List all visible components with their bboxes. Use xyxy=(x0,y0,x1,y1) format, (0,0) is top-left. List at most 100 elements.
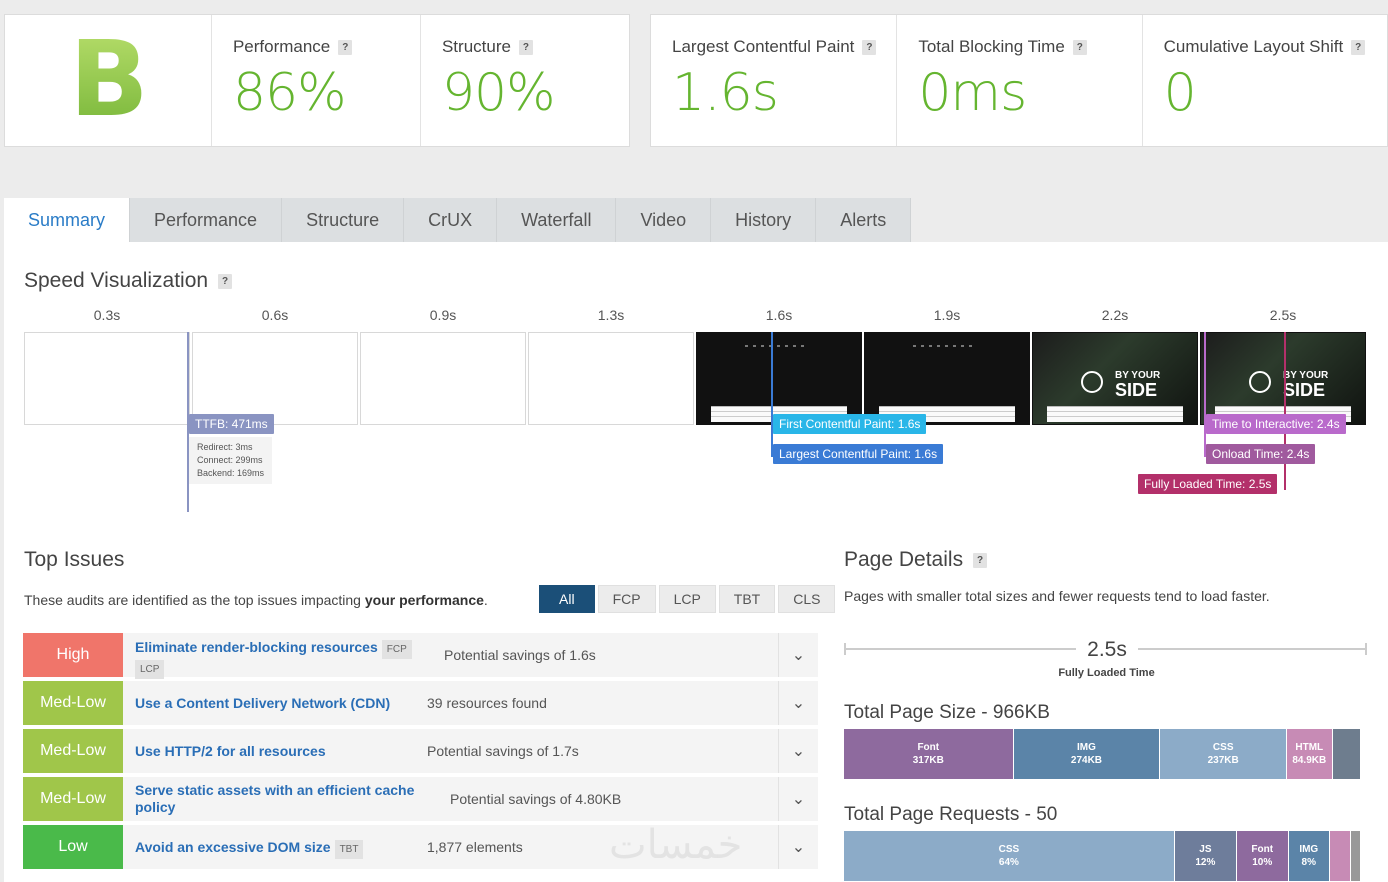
help-icon[interactable]: ? xyxy=(1072,39,1087,55)
frame-thumbnail[interactable] xyxy=(864,332,1030,425)
tab-alerts[interactable]: Alerts xyxy=(816,198,912,242)
severity-badge: Low xyxy=(23,825,123,869)
issue-row[interactable]: Med-Low Serve static assets with an effi… xyxy=(23,777,818,821)
tab-crux[interactable]: CrUX xyxy=(404,198,498,242)
summary-panel: Speed Visualization ? 0.3s 0.6s 0.9s 1.3… xyxy=(4,242,1388,882)
onload-flag[interactable]: Onload Time: 2.4s xyxy=(1206,444,1316,464)
grade-letter: B xyxy=(69,17,148,140)
web-vitals-card: Largest Contentful Paint? 1.6s Total Blo… xyxy=(650,14,1388,147)
stack-segment[interactable]: CSS 237KB xyxy=(1160,729,1288,779)
structure-value: 90% xyxy=(441,63,556,123)
frame-time: 0.6s xyxy=(261,307,289,323)
chevron-down-icon[interactable]: ⌄ xyxy=(778,825,818,869)
chevron-down-icon[interactable]: ⌄ xyxy=(778,729,818,773)
cls-metric: Cumulative Layout Shift? 0 xyxy=(1141,15,1387,146)
stack-segment[interactable]: Font 317KB xyxy=(844,729,1014,779)
tab-waterfall[interactable]: Waterfall xyxy=(497,198,617,242)
frame-time: 1.6s xyxy=(765,307,793,323)
fully-loaded-flag[interactable]: Fully Loaded Time: 2.5s xyxy=(1138,474,1278,494)
frame-time: 2.2s xyxy=(1101,307,1129,323)
help-icon[interactable]: ? xyxy=(862,39,877,55)
page-details-heading: Page Details xyxy=(844,548,964,571)
page-size-bar: Font 317KB IMG 274KB CSS 237KB HTML 84.9KB xyxy=(844,729,1361,779)
stack-segment[interactable]: Font 10% xyxy=(1236,831,1289,881)
issue-name[interactable]: Eliminate render-blocking resources FCP LC… xyxy=(135,639,435,679)
stack-segment[interactable] xyxy=(1350,831,1361,881)
performance-label: Performance xyxy=(232,37,331,56)
frame-thumbnail[interactable] xyxy=(696,332,862,425)
hero-text: BY YOUR SIDE xyxy=(1283,371,1328,400)
severity-badge: Med-Low xyxy=(23,729,123,773)
fully-loaded-marker-line xyxy=(1284,332,1286,490)
fcp-flag[interactable]: First Contentful Paint: 1.6s xyxy=(773,414,927,434)
frame-thumbnail[interactable]: BY YOUR SIDE xyxy=(1200,332,1366,425)
segment-value: 274KB xyxy=(1070,755,1103,766)
ttfb-breakdown: Redirect: 3ms Connect: 299ms Backend: 16… xyxy=(189,437,273,484)
stack-segment[interactable]: IMG 8% xyxy=(1288,831,1330,881)
filter-lcp[interactable]: LCP xyxy=(658,585,716,613)
help-icon[interactable]: ? xyxy=(518,39,533,55)
frame-thumbnail[interactable] xyxy=(360,332,526,425)
issue-name[interactable]: Serve static assets with an efficient ca… xyxy=(135,782,425,816)
issue-name[interactable]: Use a Content Delivery Network (CDN) xyxy=(135,695,390,712)
frame-thumbnail[interactable]: BY YOUR SIDE xyxy=(1032,332,1198,425)
issue-name[interactable]: Avoid an excessive DOM size TBT xyxy=(135,839,364,859)
issue-title[interactable]: Avoid an excessive DOM size xyxy=(135,839,331,855)
top-issues-heading: Top Issues xyxy=(24,548,125,571)
issue-row[interactable]: Med-Low Use HTTP/2 for all resources Pot… xyxy=(23,729,818,773)
tab-history[interactable]: History xyxy=(711,198,817,242)
ttfb-connect: Connect: 299ms xyxy=(197,455,263,465)
issue-row[interactable]: Med-Low Use a Content Delivery Network (… xyxy=(23,681,818,725)
stack-segment[interactable] xyxy=(1332,729,1361,779)
page-requests-bar: CSS 64% JS 12% Font 10% IMG 8% xyxy=(844,831,1361,881)
watermark: خمسات xyxy=(609,822,743,868)
ttfb-backend: Backend: 169ms xyxy=(197,468,265,478)
tab-video[interactable]: Video xyxy=(616,198,712,242)
help-icon[interactable]: ? xyxy=(1351,39,1366,55)
lcp-flag[interactable]: Largest Contentful Paint: 1.6s xyxy=(773,444,944,464)
ttfb-flag[interactable]: TTFB: 471ms xyxy=(189,414,274,434)
frame-thumbnail[interactable] xyxy=(192,332,358,425)
help-icon[interactable]: ? xyxy=(338,39,353,55)
lcp-metric: Largest Contentful Paint? 1.6s xyxy=(651,15,896,146)
filter-cls[interactable]: CLS xyxy=(778,585,836,613)
issue-detail: 39 resources found xyxy=(427,695,547,711)
stack-segment[interactable]: IMG 274KB xyxy=(1013,729,1161,779)
filter-all[interactable]: All xyxy=(539,585,595,613)
performance-value: 86% xyxy=(232,63,347,123)
issue-title[interactable]: Eliminate render-blocking resources xyxy=(135,639,378,655)
help-icon[interactable]: ? xyxy=(218,273,233,289)
segment-name: CSS xyxy=(1212,742,1234,753)
issue-tag: FCP xyxy=(381,640,412,659)
tab-summary[interactable]: Summary xyxy=(4,198,131,243)
page-details-title: Page Details ? xyxy=(844,548,988,572)
issue-detail: Potential savings of 4.80KB xyxy=(450,791,622,807)
filter-fcp[interactable]: FCP xyxy=(597,585,656,613)
issue-row[interactable]: High Eliminate render-blocking resources… xyxy=(23,633,818,679)
tab-structure[interactable]: Structure xyxy=(282,198,405,242)
tti-flag[interactable]: Time to Interactive: 2.4s xyxy=(1206,414,1346,434)
stack-segment[interactable]: JS 12% xyxy=(1174,831,1237,881)
chevron-down-icon[interactable]: ⌄ xyxy=(778,777,818,821)
segment-value: 84.9KB xyxy=(1292,755,1327,766)
frame-thumbnail[interactable] xyxy=(24,332,190,425)
frame-time: 0.3s xyxy=(93,307,121,323)
frame-text-placeholder xyxy=(913,345,973,347)
tab-performance[interactable]: Performance xyxy=(130,198,283,242)
frame-thumbnail[interactable] xyxy=(528,332,694,425)
segment-value: 237KB xyxy=(1207,755,1239,766)
stack-segment[interactable]: HTML 84.9KB xyxy=(1287,729,1333,779)
chevron-down-icon[interactable]: ⌄ xyxy=(778,633,818,677)
stack-segment[interactable]: CSS 64% xyxy=(844,831,1175,881)
issue-detail: Potential savings of 1.7s xyxy=(427,743,579,759)
lcp-value: 1.6s xyxy=(672,63,779,123)
segment-value: 12% xyxy=(1195,857,1216,868)
help-icon[interactable]: ? xyxy=(973,552,988,568)
issue-name[interactable]: Use HTTP/2 for all resources xyxy=(135,743,326,760)
performance-score: Performance? 86% xyxy=(210,15,420,146)
filter-tbt[interactable]: TBT xyxy=(718,585,776,613)
tbt-label: Total Blocking Time xyxy=(918,37,1065,56)
chevron-down-icon[interactable]: ⌄ xyxy=(778,681,818,725)
lcp-label: Largest Contentful Paint xyxy=(672,37,855,56)
stack-segment[interactable] xyxy=(1329,831,1351,881)
